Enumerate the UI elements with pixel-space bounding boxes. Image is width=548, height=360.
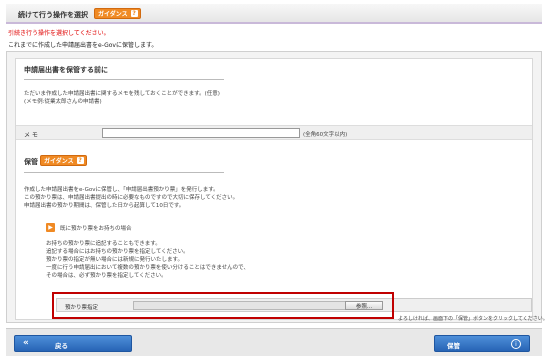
memo-description: ただいま作成した申請届出書に関するメモを残しておくことができます。(任意)	[24, 91, 220, 97]
error-message: 引続き行う操作を選択してください。	[8, 30, 110, 37]
page-header: 続けて行う操作を選択 ガイダンス ?	[6, 4, 542, 24]
guidance-label: ガイダンス	[98, 11, 128, 18]
existing-receipt-line-1: お持ちの預かり票に追記することもできます。	[46, 241, 161, 247]
arrow-right-icon: ▶	[46, 223, 55, 232]
page-title: 続けて行う操作を選択	[18, 11, 88, 19]
existing-receipt-line-2: 追記する場合にはお持ちの預かり票を指定してください。	[46, 249, 189, 255]
divider	[24, 172, 224, 173]
guidance-label: ガイダンス	[44, 158, 74, 165]
double-chevron-left-icon: «	[23, 338, 29, 348]
guidance-button[interactable]: ガイダンス ?	[94, 8, 141, 19]
memo-input[interactable]	[102, 128, 300, 138]
section-title-before-save: 申請届出書を保管する前に	[24, 66, 108, 74]
content-area: 申請届出書を保管する前に ただいま作成した申請届出書に関するメモを残しておくこと…	[15, 58, 548, 322]
memo-label: メ モ	[24, 132, 38, 139]
save-button[interactable]: 保管 i	[434, 335, 530, 352]
info-icon: i	[511, 339, 521, 349]
back-label: 戻る	[55, 342, 68, 350]
highlight-box	[52, 292, 394, 319]
save-guidance-button[interactable]: ガイダンス ?	[40, 155, 87, 166]
existing-receipt-line-3: 預かり票の指定が無い場合には新規に発行いたします。	[46, 257, 183, 263]
divider	[24, 79, 224, 80]
save-description-3: 申請届出書の預かり期間は、保管した日から起算して10日です。	[24, 203, 185, 209]
existing-receipt-line-4: 一度に行う申請届出において複数の預かり票を使い分けることはできませんので、	[46, 265, 249, 271]
question-icon: ?	[130, 10, 138, 17]
existing-receipt-title: 既に預かり票をお持ちの場合	[60, 226, 132, 232]
memo-example: (メモ例:従業太郎さんの申請書)	[24, 99, 102, 105]
bottom-note: よろしければ、画面下の「保管」ボタンをクリックしてください。	[398, 316, 548, 322]
main-panel: 申請届出書を保管する前に ただいま作成した申請届出書に関するメモを残しておくこと…	[6, 51, 548, 323]
save-description-1: 作成した申請届出書をe-Govに保管し、「申請届出書預かり票」を発行します。	[24, 187, 219, 193]
save-description-2: この預かり票は、申請届出書提出の時に必要なものですので大切に保存してください。	[24, 195, 239, 201]
memo-row: メ モ (全角60文字以内)	[16, 125, 532, 140]
info-message: これまでに作成した申請届出書をe-Govに保管します。	[8, 42, 158, 49]
back-button[interactable]: « 戻る	[14, 335, 132, 352]
section-title-save: 保管	[24, 158, 38, 166]
existing-receipt-line-5: その場合は、必ず預かり票を指定してください。	[46, 273, 167, 279]
save-label: 保管	[447, 342, 460, 350]
footer-bar: « 戻る 保管 i	[6, 328, 542, 356]
question-icon: ?	[76, 157, 84, 164]
memo-hint: (全角60文字以内)	[303, 132, 348, 138]
